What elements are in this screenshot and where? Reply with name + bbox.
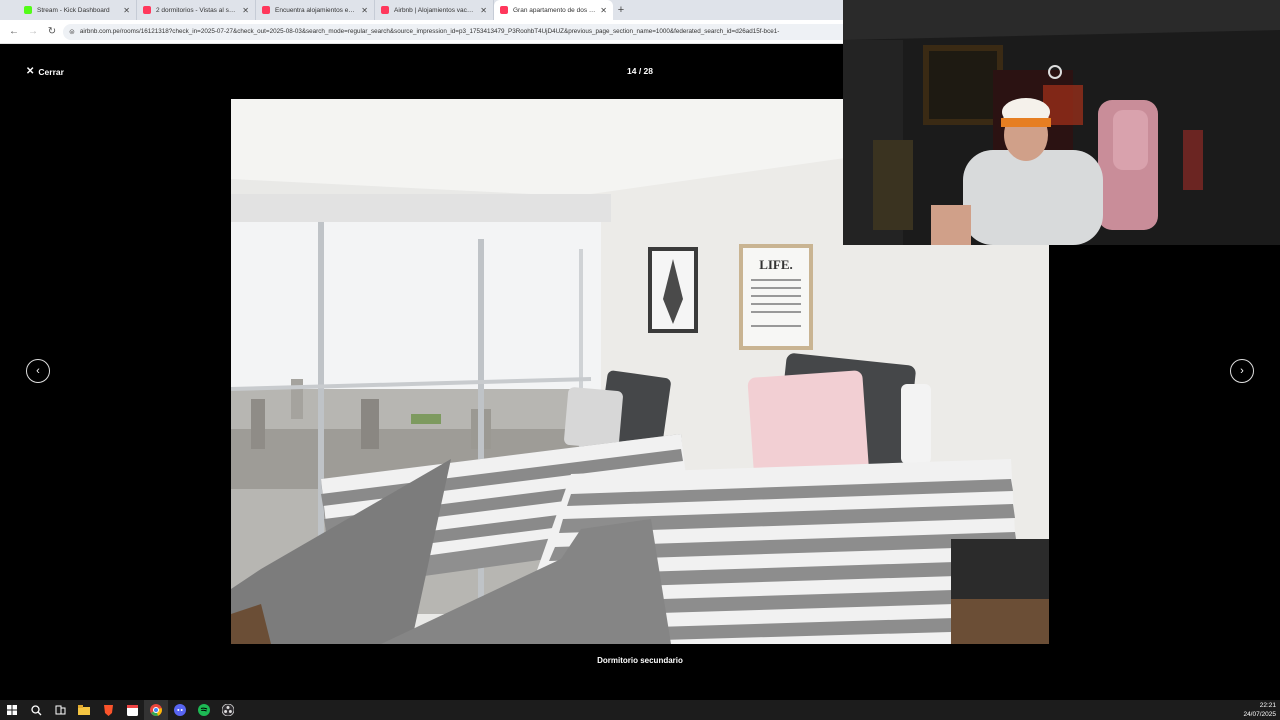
tab-label: Gran apartamento de dos dormitorios <box>513 6 597 14</box>
tab-label: 2 dormitorios - Vistas al skyline <box>156 6 239 14</box>
close-icon: ✕ <box>26 66 35 77</box>
kick-icon <box>24 6 32 14</box>
tab-kick-dashboard[interactable]: Stream - Kick Dashboard ✕ <box>18 0 137 20</box>
streamer-webcam-image <box>843 0 1280 245</box>
tab-airbnb-listing-active[interactable]: Gran apartamento de dos dormitorios ✕ <box>494 0 613 20</box>
tab-airbnb-search[interactable]: Encuentra alojamientos en Lima ✕ <box>256 0 375 20</box>
airbnb-icon <box>500 6 508 14</box>
chevron-right-icon: › <box>1240 365 1244 377</box>
taskbar: 22:21 24/07/2025 <box>0 700 1280 720</box>
chrome-icon[interactable] <box>144 700 168 720</box>
site-info-icon[interactable]: ⊜ <box>69 28 75 36</box>
webcam-overlay <box>843 0 1280 245</box>
screen: Stream - Kick Dashboard ✕ 2 dormitorios … <box>0 0 1280 720</box>
tab-close-icon[interactable]: ✕ <box>361 6 368 15</box>
file-explorer-icon[interactable] <box>72 700 96 720</box>
new-tab-icon[interactable]: + <box>613 0 629 20</box>
reload-icon[interactable]: ↻ <box>44 24 60 40</box>
tab-label: Stream - Kick Dashboard <box>37 6 110 14</box>
url-text: airbnb.com.pe/rooms/16121318?check_in=20… <box>79 28 780 35</box>
photo-caption: Dormitorio secundario <box>597 656 683 665</box>
chevron-left-icon: ‹ <box>36 365 40 377</box>
brave-icon[interactable] <box>96 700 120 720</box>
next-photo-button[interactable]: › <box>1230 359 1254 383</box>
tab-label: Airbnb | Alojamientos vacacionales <box>394 6 476 14</box>
clock-time: 22:21 <box>1259 702 1276 709</box>
airbnb-icon <box>262 6 270 14</box>
forward-arrow-icon[interactable]: → <box>25 24 41 40</box>
tab-close-icon[interactable]: ✕ <box>480 6 487 15</box>
tab-close-icon[interactable]: ✕ <box>600 6 607 15</box>
tab-airbnb-home[interactable]: Airbnb | Alojamientos vacacionales ✕ <box>375 0 494 20</box>
task-view-icon[interactable] <box>48 700 72 720</box>
tab-close-icon[interactable]: ✕ <box>242 6 249 15</box>
obs-icon[interactable] <box>216 700 240 720</box>
airbnb-icon <box>381 6 389 14</box>
windows-start-icon[interactable] <box>0 700 24 720</box>
tab-close-icon[interactable]: ✕ <box>123 6 130 15</box>
close-label: Cerrar <box>38 66 64 77</box>
photo-counter: 14 / 28 <box>627 66 653 76</box>
close-button[interactable]: ✕ Cerrar <box>26 66 64 77</box>
system-clock[interactable]: 22:21 24/07/2025 <box>1243 701 1276 719</box>
calendar-icon[interactable] <box>120 700 144 720</box>
previous-photo-button[interactable]: ‹ <box>26 359 50 383</box>
discord-icon[interactable] <box>168 700 192 720</box>
spotify-icon[interactable] <box>192 700 216 720</box>
airbnb-icon <box>143 6 151 14</box>
search-icon[interactable] <box>24 700 48 720</box>
poster-text: LIFE. <box>759 257 793 272</box>
back-arrow-icon[interactable]: ← <box>6 24 22 40</box>
tab-label: Encuentra alojamientos en Lima <box>275 6 358 14</box>
clock-date: 24/07/2025 <box>1243 711 1276 718</box>
tab-airbnb-listing-1[interactable]: 2 dormitorios - Vistas al skyline ✕ <box>137 0 256 20</box>
